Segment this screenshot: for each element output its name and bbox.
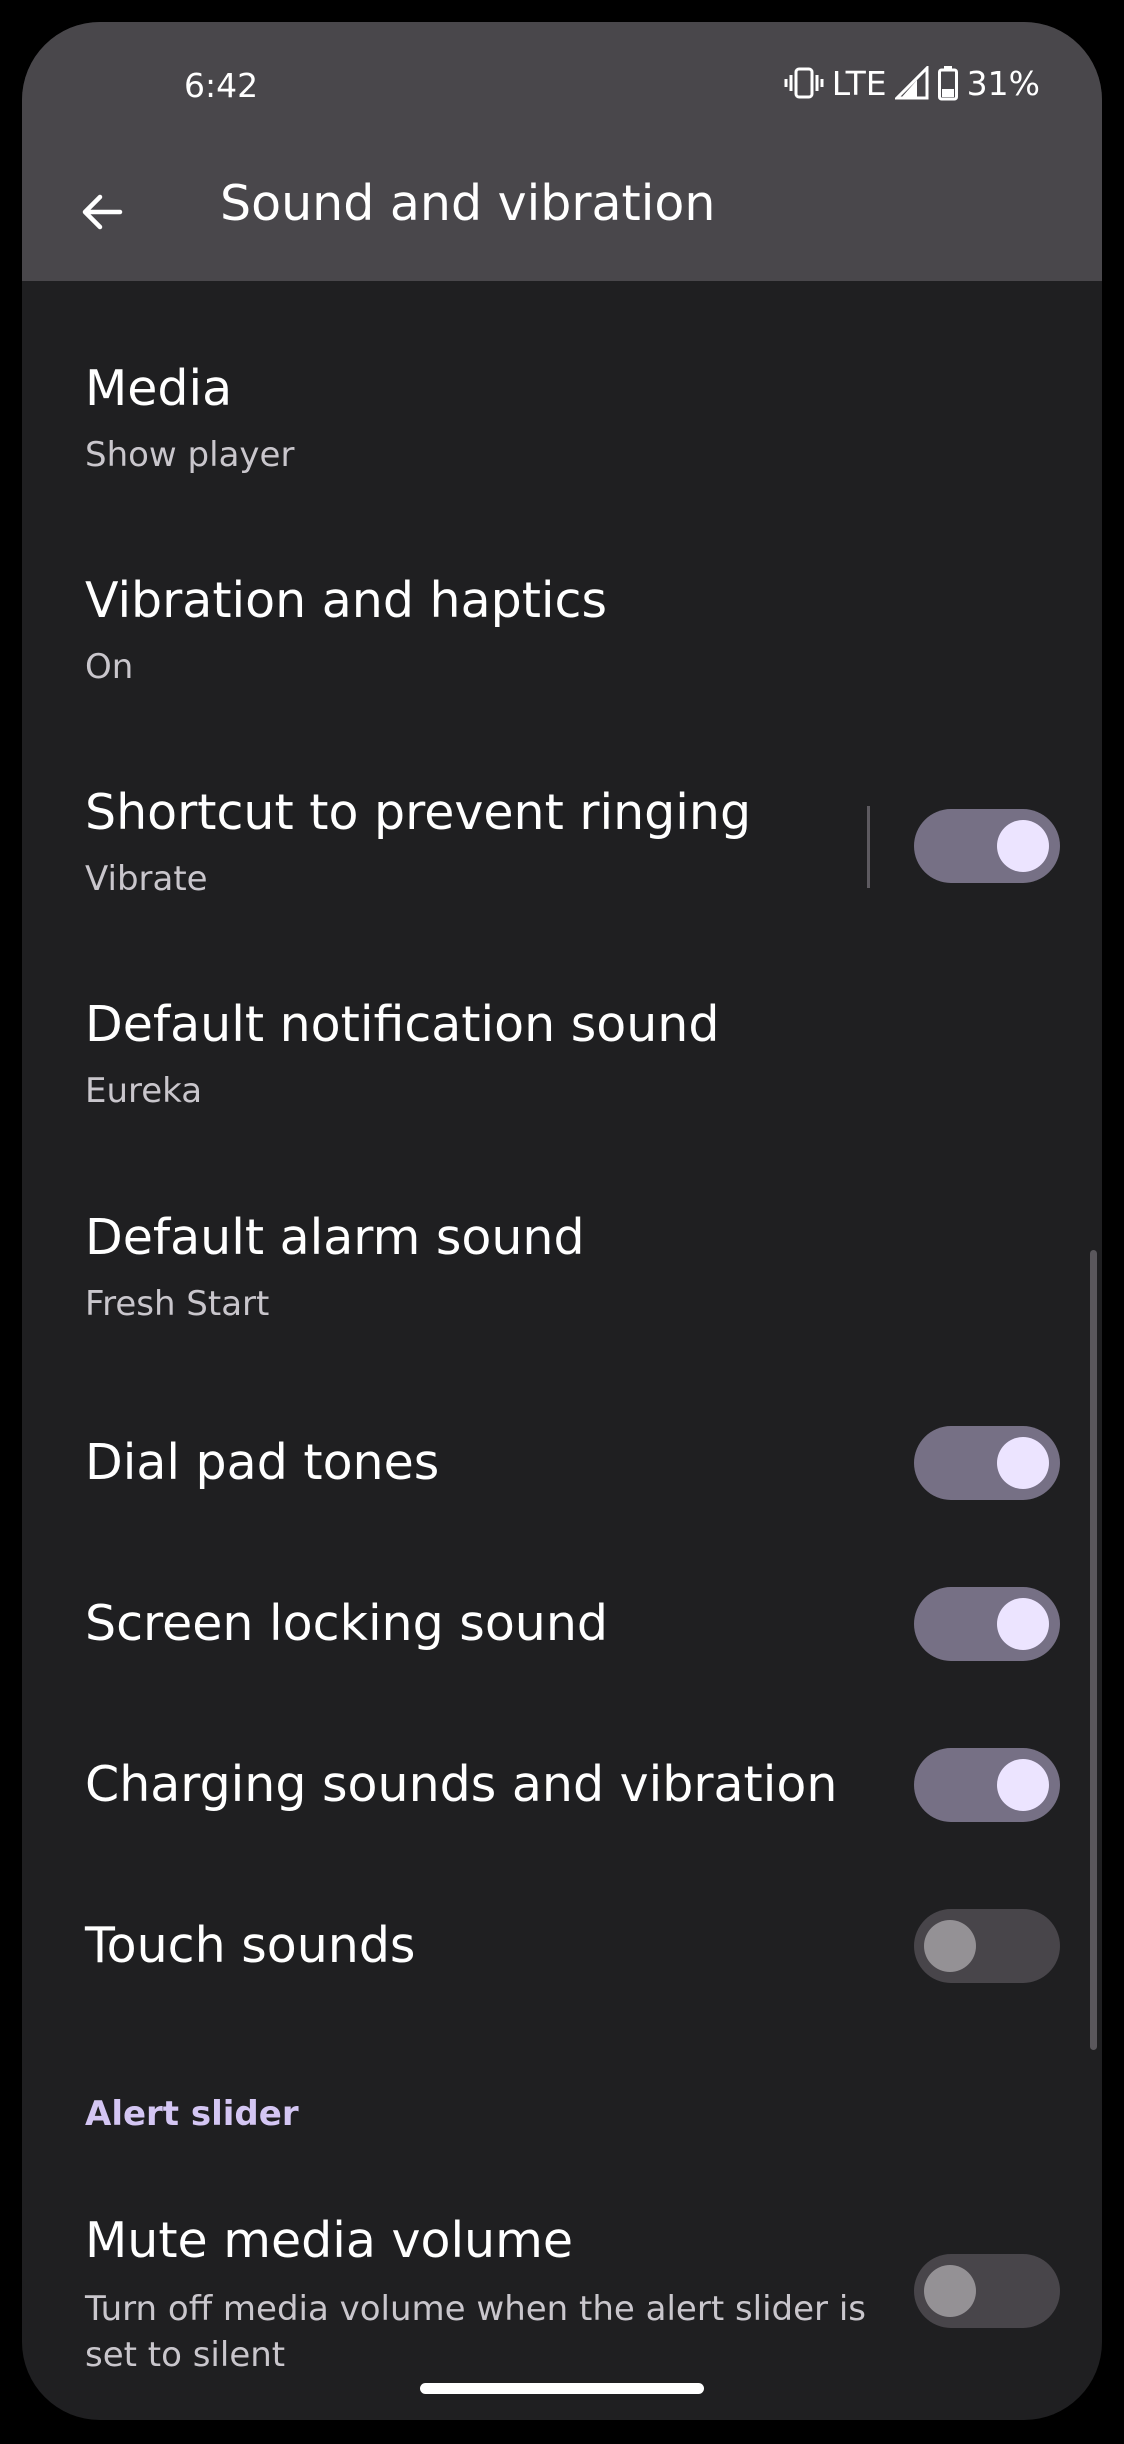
- page-title: Sound and vibration: [220, 175, 716, 232]
- toggle-knob: [997, 820, 1049, 872]
- scrollbar[interactable]: [1090, 1250, 1097, 2050]
- signal-icon: [894, 66, 929, 100]
- setting-charging-sounds[interactable]: Charging sounds and vibration: [22, 1704, 1102, 1864]
- toggle-knob: [997, 1598, 1049, 1650]
- vibrate-icon: [784, 63, 824, 103]
- toggle-knob: [924, 2265, 976, 2317]
- setting-title: Default alarm sound: [85, 1209, 585, 1266]
- battery-percent: 31%: [966, 63, 1040, 103]
- setting-title: Shortcut to prevent ringing: [85, 784, 752, 841]
- battery-icon: [937, 65, 959, 101]
- mute-media-volume-toggle[interactable]: [914, 2254, 1060, 2328]
- status-icons: LTE 31%: [784, 62, 1040, 104]
- back-arrow-icon: [78, 188, 126, 240]
- setting-subtitle: Fresh Start: [85, 1284, 270, 1324]
- setting-default-alarm-sound[interactable]: Default alarm sound Fresh Start: [22, 1171, 1102, 1361]
- setting-touch-sounds[interactable]: Touch sounds: [22, 1865, 1102, 2025]
- setting-vibration-haptics[interactable]: Vibration and haptics On: [22, 534, 1102, 724]
- toggle-knob: [997, 1437, 1049, 1489]
- setting-screen-locking-sound[interactable]: Screen locking sound: [22, 1543, 1102, 1703]
- network-type: LTE: [831, 63, 887, 103]
- setting-subtitle: Eureka: [85, 1071, 203, 1111]
- toggle-knob: [924, 1920, 976, 1972]
- setting-title: Dial pad tones: [85, 1434, 440, 1491]
- setting-mute-media-volume[interactable]: Mute media volume Turn off media volume …: [22, 2182, 1102, 2382]
- setting-shortcut-prevent-ringing[interactable]: Shortcut to prevent ringing Vibrate: [22, 746, 1102, 936]
- setting-title: Media: [85, 360, 233, 417]
- setting-title: Screen locking sound: [85, 1595, 609, 1652]
- setting-dial-pad-tones[interactable]: Dial pad tones: [22, 1382, 1102, 1542]
- charging-sounds-toggle[interactable]: [914, 1748, 1060, 1822]
- dial-pad-tones-toggle[interactable]: [914, 1426, 1060, 1500]
- shortcut-prevent-ringing-toggle[interactable]: [914, 809, 1060, 883]
- setting-media[interactable]: Media Show player: [22, 322, 1102, 512]
- setting-title: Default notification sound: [85, 996, 720, 1053]
- app-bar: 6:42 LTE 31% Sound and vibration: [22, 22, 1102, 281]
- phone-screen: 6:42 LTE 31% Sound and vibration Media S…: [22, 22, 1102, 2420]
- screen-locking-sound-toggle[interactable]: [914, 1587, 1060, 1661]
- setting-title: Vibration and haptics: [85, 572, 608, 629]
- vertical-divider: [867, 806, 870, 888]
- toggle-knob: [997, 1759, 1049, 1811]
- setting-subtitle: On: [85, 647, 134, 687]
- setting-title: Touch sounds: [85, 1917, 416, 1974]
- section-header-alert-slider: Alert slider: [85, 2094, 299, 2134]
- touch-sounds-toggle[interactable]: [914, 1909, 1060, 1983]
- setting-subtitle: Vibrate: [85, 859, 208, 899]
- setting-title: Mute media volume: [85, 2212, 573, 2269]
- setting-subtitle: Turn off media volume when the alert sli…: [85, 2289, 867, 2375]
- setting-subtitle: Show player: [85, 435, 295, 475]
- setting-default-notification-sound[interactable]: Default notification sound Eureka: [22, 958, 1102, 1148]
- home-indicator[interactable]: [420, 2383, 704, 2394]
- back-button[interactable]: [62, 174, 142, 254]
- setting-title: Charging sounds and vibration: [85, 1756, 838, 1813]
- status-time: 6:42: [184, 66, 259, 105]
